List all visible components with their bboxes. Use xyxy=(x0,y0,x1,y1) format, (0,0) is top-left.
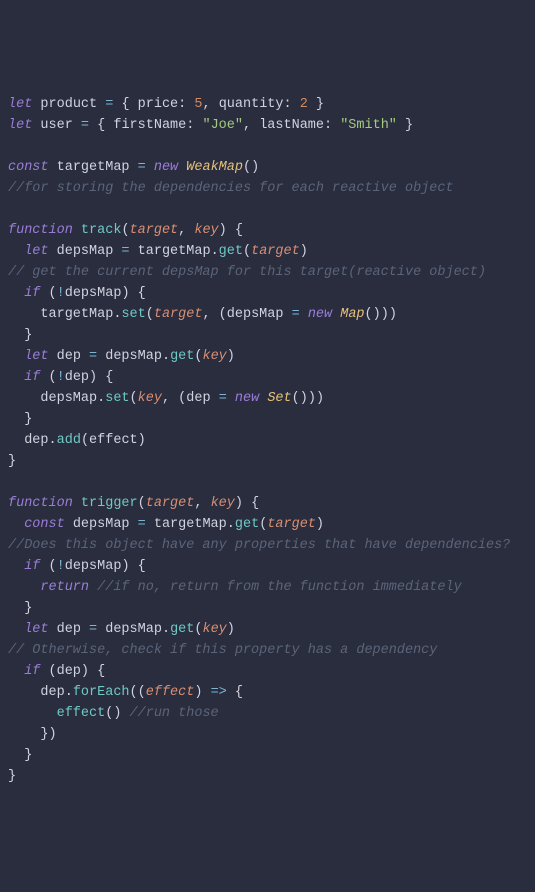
code-line: let depsMap = targetMap.get(target) xyxy=(8,244,308,259)
code-line: const targetMap = new WeakMap() xyxy=(8,160,259,175)
code-comment: //for storing the dependencies for each … xyxy=(8,181,454,196)
code-line: let product = { price: 5, quantity: 2 } xyxy=(8,97,324,112)
code-line: let dep = depsMap.get(key) xyxy=(8,349,235,364)
code-comment: // get the current depsMap for this targ… xyxy=(8,265,486,280)
code-line: } xyxy=(8,769,16,784)
code-line: function track(target, key) { xyxy=(8,223,243,238)
code-line: } xyxy=(8,454,16,469)
code-line: return //if no, return from the function… xyxy=(8,580,462,595)
code-line: } xyxy=(8,328,32,343)
code-line: } xyxy=(8,748,32,763)
code-line: }) xyxy=(8,727,57,742)
code-line: if (!dep) { xyxy=(8,370,113,385)
code-line: let dep = depsMap.get(key) xyxy=(8,622,235,637)
code-block: let product = { price: 5, quantity: 2 } … xyxy=(8,94,527,787)
code-line: effect() //run those xyxy=(8,706,219,721)
code-line: } xyxy=(8,601,32,616)
code-line: dep.forEach((effect) => { xyxy=(8,685,243,700)
code-line: if (dep) { xyxy=(8,664,105,679)
code-line: if (!depsMap) { xyxy=(8,559,146,574)
code-line: function trigger(target, key) { xyxy=(8,496,259,511)
code-line: targetMap.set(target, (depsMap = new Map… xyxy=(8,307,397,322)
code-line: if (!depsMap) { xyxy=(8,286,146,301)
code-line: const depsMap = targetMap.get(target) xyxy=(8,517,324,532)
code-comment: // Otherwise, check if this property has… xyxy=(8,643,437,658)
code-comment: //Does this object have any properties t… xyxy=(8,538,510,553)
code-line: dep.add(effect) xyxy=(8,433,146,448)
code-line: } xyxy=(8,412,32,427)
code-line: let user = { firstName: "Joe", lastName:… xyxy=(8,118,413,133)
code-line: depsMap.set(key, (dep = new Set())) xyxy=(8,391,324,406)
